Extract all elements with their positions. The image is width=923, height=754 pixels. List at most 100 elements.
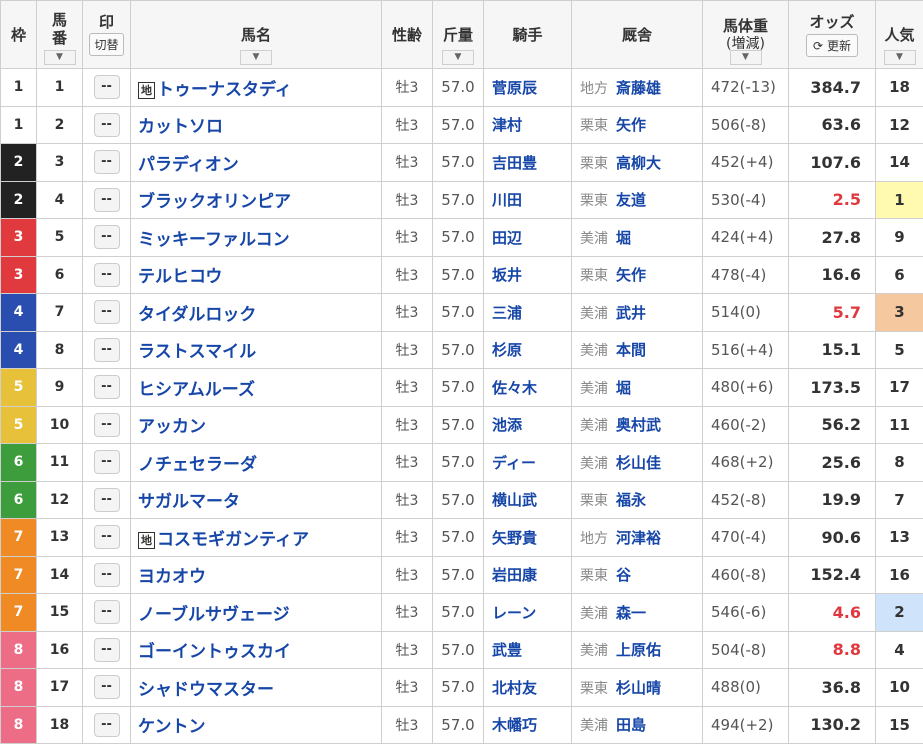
horse-name-link[interactable]: パラディオン xyxy=(138,155,239,175)
header-horse[interactable]: 馬名 ▼ xyxy=(130,0,382,69)
mark-select[interactable]: -- xyxy=(93,525,120,550)
popularity-cell: 13 xyxy=(875,518,923,557)
odds-refresh-button[interactable]: ⟳ 更新 xyxy=(806,33,858,57)
sort-horse-icon[interactable]: ▼ xyxy=(240,50,272,65)
jockey-link[interactable]: ディー xyxy=(492,454,536,472)
jockey-link[interactable]: 三浦 xyxy=(492,304,522,322)
mark-cell: -- xyxy=(82,705,131,744)
jockey-link[interactable]: 吉田豊 xyxy=(492,154,537,172)
horse-name-link[interactable]: ヨカオウ xyxy=(138,567,206,587)
mark-select[interactable]: -- xyxy=(93,375,120,400)
mark-select[interactable]: -- xyxy=(93,337,120,362)
horse-name-link[interactable]: テルヒコウ xyxy=(138,267,222,287)
sort-kinryo-icon[interactable]: ▼ xyxy=(442,50,474,65)
header-weight[interactable]: 馬体重 (増減) ▼ xyxy=(702,0,789,69)
horse-name-link[interactable]: サガルマータ xyxy=(138,492,240,512)
jockey-link[interactable]: 池添 xyxy=(492,416,522,434)
umaban-cell: 3 xyxy=(36,143,83,182)
trainer-link[interactable]: 杉山佳 xyxy=(616,454,661,472)
jockey-link[interactable]: 津村 xyxy=(492,116,522,134)
jockey-link[interactable]: 武豊 xyxy=(492,641,522,659)
table-row: 2 4 -- ブラックオリンピア 牡3 57.0 川田 栗東 友道 530(-4)… xyxy=(0,180,923,219)
mark-select[interactable]: -- xyxy=(93,112,120,137)
mark-toggle-button[interactable]: 切替 xyxy=(89,33,124,56)
trainer-link[interactable]: 矢作 xyxy=(616,116,646,134)
sort-popularity-icon[interactable]: ▼ xyxy=(883,50,916,65)
mark-select[interactable]: -- xyxy=(93,600,120,625)
jockey-link[interactable]: 岩田康 xyxy=(492,566,537,584)
mark-select[interactable]: -- xyxy=(93,187,120,212)
jockey-link[interactable]: 杉原 xyxy=(492,341,522,359)
horse-name-link[interactable]: ゴーイントゥスカイ xyxy=(138,642,291,662)
jockey-link[interactable]: 坂井 xyxy=(492,266,522,284)
jockey-link[interactable]: 横山武 xyxy=(492,491,537,509)
mark-select[interactable]: -- xyxy=(93,75,120,100)
trainer-link[interactable]: 堀 xyxy=(616,379,631,397)
mark-select[interactable]: -- xyxy=(93,675,120,700)
sexage-cell: 牡3 xyxy=(381,255,433,294)
horse-name-link[interactable]: ブラックオリンピア xyxy=(138,192,291,212)
stable-region: 栗東 xyxy=(580,680,608,697)
jockey-cell: 三浦 xyxy=(483,293,572,332)
popularity-cell: 1 xyxy=(875,180,923,219)
horse-name-link[interactable]: シャドウマスター xyxy=(138,680,274,700)
mark-select[interactable]: -- xyxy=(93,712,120,737)
mark-select[interactable]: -- xyxy=(93,637,120,662)
trainer-link[interactable]: 斎藤雄 xyxy=(616,79,661,97)
mark-select[interactable]: -- xyxy=(93,150,120,175)
horse-name-link[interactable]: ノーブルサヴェージ xyxy=(138,605,290,625)
table-row: 8 17 -- シャドウマスター 牡3 57.0 北村友 栗東 杉山晴 488(0… xyxy=(0,668,923,707)
trainer-link[interactable]: 田島 xyxy=(616,716,646,734)
horse-name-link[interactable]: ケントン xyxy=(138,717,206,737)
horse-name-link[interactable]: ミッキーファルコン xyxy=(138,230,290,250)
trainer-link[interactable]: 上原佑 xyxy=(616,641,661,659)
jockey-link[interactable]: 北村友 xyxy=(492,679,537,697)
mark-select[interactable]: -- xyxy=(93,562,120,587)
jockey-link[interactable]: 木幡巧 xyxy=(492,716,537,734)
horse-name-link[interactable]: ラストスマイル xyxy=(138,342,256,362)
trainer-link[interactable]: 堀 xyxy=(616,229,631,247)
stable-cell: 美浦 森一 xyxy=(571,593,703,632)
header-umaban[interactable]: 馬 番 ▼ xyxy=(36,0,83,69)
mark-select[interactable]: -- xyxy=(93,450,120,475)
horse-name-link[interactable]: タイダルロック xyxy=(138,305,256,325)
horse-name-link[interactable]: カットソロ xyxy=(138,117,223,137)
trainer-link[interactable]: 河津裕 xyxy=(616,529,661,547)
mark-select[interactable]: -- xyxy=(93,487,120,512)
trainer-link[interactable]: 武井 xyxy=(616,304,646,322)
trainer-link[interactable]: 福永 xyxy=(616,491,646,509)
horse-name-link[interactable]: ノチェセラーダ xyxy=(138,455,257,475)
trainer-link[interactable]: 杉山晴 xyxy=(616,679,661,697)
trainer-link[interactable]: 高柳大 xyxy=(616,154,661,172)
jockey-link[interactable]: 矢野貴 xyxy=(492,529,537,547)
sort-weight-icon[interactable]: ▼ xyxy=(729,50,762,65)
odds-cell: 384.7 xyxy=(788,68,876,107)
trainer-link[interactable]: 森一 xyxy=(616,604,646,622)
mark-select[interactable]: -- xyxy=(93,300,120,325)
mark-cell: -- xyxy=(82,105,131,144)
horse-name-link[interactable]: トゥーナスタディ xyxy=(157,80,292,100)
mark-select[interactable]: -- xyxy=(93,412,120,437)
jockey-link[interactable]: 田辺 xyxy=(492,229,522,247)
waku-cell: 5 xyxy=(0,405,37,444)
header-popularity[interactable]: 人気 ▼ xyxy=(875,0,923,69)
header-kinryo[interactable]: 斤量 ▼ xyxy=(432,0,484,69)
jockey-link[interactable]: 川田 xyxy=(492,191,522,209)
mark-select[interactable]: -- xyxy=(93,262,120,287)
stable-region: 栗東 xyxy=(580,155,608,172)
jockey-link[interactable]: 佐々木 xyxy=(492,379,537,397)
jockey-link[interactable]: レーン xyxy=(492,604,536,622)
trainer-link[interactable]: 奥村武 xyxy=(616,416,661,434)
trainer-link[interactable]: 矢作 xyxy=(616,266,646,284)
trainer-link[interactable]: 本間 xyxy=(616,341,646,359)
jockey-link[interactable]: 菅原辰 xyxy=(492,79,537,97)
refresh-icon: ⟳ xyxy=(813,38,824,53)
horse-name-link[interactable]: アッカン xyxy=(138,417,206,437)
mark-select[interactable]: -- xyxy=(93,225,120,250)
sort-umaban-icon[interactable]: ▼ xyxy=(43,50,76,65)
weight-cell: 460(-2) xyxy=(702,405,789,444)
trainer-link[interactable]: 友道 xyxy=(616,191,646,209)
horse-name-link[interactable]: コスモギガンティア xyxy=(157,530,309,550)
trainer-link[interactable]: 谷 xyxy=(616,566,631,584)
horse-name-link[interactable]: ヒシアムルーズ xyxy=(138,380,255,400)
